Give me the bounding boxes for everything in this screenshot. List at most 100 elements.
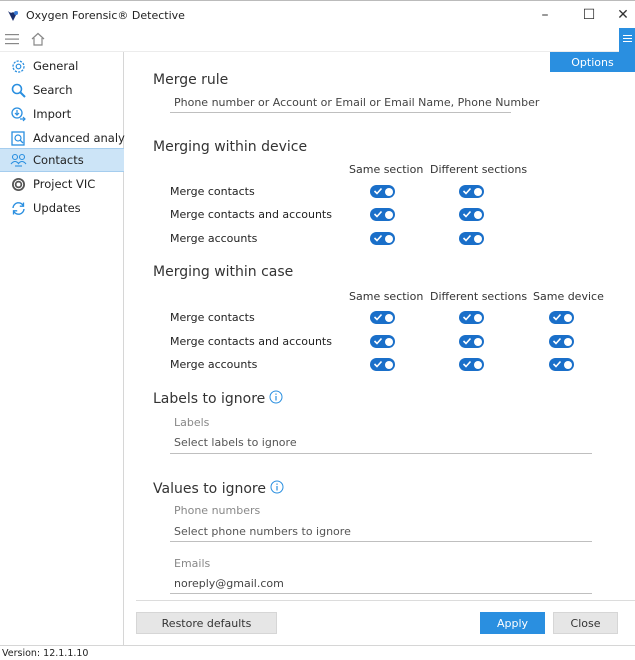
options-menu-button[interactable] (619, 28, 635, 52)
sidebar-item-advanced-analytics[interactable]: Advanced analytics (0, 126, 145, 150)
check-icon (373, 234, 383, 242)
sidebar-item-general[interactable]: General (0, 54, 124, 78)
contacts-icon (10, 153, 27, 167)
labels-ignore-title: Labels to ignore (153, 390, 283, 407)
minimize-button[interactable]: – (530, 5, 560, 25)
check-icon (373, 313, 383, 321)
sidebar-item-label: Project VIC (33, 177, 96, 191)
status-bar: Version: 12.1.1.10 (0, 645, 635, 660)
close-window-button[interactable]: ✕ (608, 5, 635, 25)
device-col-same-section: Same section (349, 163, 424, 176)
case-col-same-device: Same device (533, 290, 604, 303)
toggle-case-contacts-accounts-same-section[interactable] (370, 335, 395, 348)
toggle-device-accounts-different-sections[interactable] (459, 232, 484, 245)
toggle-case-contacts-accounts-same-device[interactable] (549, 335, 574, 348)
merge-rule-select[interactable]: Phone number or Account or Email or Emai… (174, 96, 539, 109)
maximize-button[interactable]: ☐ (574, 5, 604, 25)
device-row-merge-accounts: Merge accounts (170, 232, 258, 245)
device-row-merge-contacts: Merge contacts (170, 185, 255, 198)
bottom-divider (136, 600, 635, 601)
toggle-case-contacts-same-device[interactable] (549, 311, 574, 324)
sidebar: General Search Import Advanced analytics… (0, 52, 145, 645)
check-icon (462, 210, 472, 218)
labels-underline (170, 453, 592, 454)
check-icon (373, 210, 383, 218)
toggle-device-contacts-accounts-same-section[interactable] (370, 208, 395, 221)
toggle-case-contacts-same-section[interactable] (370, 311, 395, 324)
check-icon (373, 187, 383, 195)
phone-numbers-underline (170, 541, 592, 542)
labels-ignore-title-text: Labels to ignore (153, 391, 266, 407)
version-label: Version: 12.1.1.10 (2, 648, 89, 659)
device-row-merge-contacts-accounts: Merge contacts and accounts (170, 208, 332, 221)
sidebar-item-label: Contacts (33, 153, 84, 167)
sidebar-item-search[interactable]: Search (0, 78, 124, 102)
info-icon[interactable] (270, 480, 284, 494)
case-row-merge-contacts: Merge contacts (170, 311, 255, 324)
hamburger-menu-icon[interactable] (4, 32, 20, 46)
labels-field-label: Labels (174, 416, 210, 429)
close-button[interactable]: Close (553, 612, 618, 634)
phone-numbers-select[interactable]: Select phone numbers to ignore (174, 525, 351, 538)
toggle-device-accounts-same-section[interactable] (370, 232, 395, 245)
project-vic-icon (12, 177, 25, 191)
sidebar-item-label: Updates (33, 201, 81, 215)
check-icon (373, 337, 383, 345)
sidebar-item-label: Search (33, 83, 73, 97)
check-icon (373, 360, 383, 368)
gear-icon (12, 59, 25, 73)
toggle-device-contacts-same-section[interactable] (370, 185, 395, 198)
check-icon (462, 234, 472, 242)
toggle-device-contacts-different-sections[interactable] (459, 185, 484, 198)
check-icon (462, 337, 472, 345)
oxygen-logo-icon (8, 11, 18, 21)
toggle-case-accounts-same-section[interactable] (370, 358, 395, 371)
apply-button[interactable]: Apply (480, 612, 545, 634)
refresh-icon (12, 201, 25, 215)
analytics-icon (11, 130, 25, 146)
toggle-case-accounts-same-device[interactable] (549, 358, 574, 371)
case-row-merge-accounts: Merge accounts (170, 358, 258, 371)
values-ignore-title: Values to ignore (153, 480, 284, 497)
labels-select[interactable]: Select labels to ignore (174, 436, 297, 449)
sidebar-item-label: Import (33, 107, 72, 121)
home-icon[interactable] (30, 31, 46, 47)
emails-label: Emails (174, 557, 211, 570)
check-icon (552, 360, 562, 368)
within-device-title: Merging within device (153, 139, 308, 155)
toggle-case-accounts-different-sections[interactable] (459, 358, 484, 371)
within-case-title: Merging within case (153, 264, 294, 280)
check-icon (552, 313, 562, 321)
check-icon (462, 313, 472, 321)
toggle-case-contacts-accounts-different-sections[interactable] (459, 335, 484, 348)
window-title: Oxygen Forensic® Detective (26, 9, 185, 22)
check-icon (462, 360, 472, 368)
case-row-merge-contacts-accounts: Merge contacts and accounts (170, 335, 332, 348)
import-icon (11, 106, 26, 121)
case-col-different-sections: Different sections (430, 290, 528, 303)
settings-panel: Options Merge rule Phone number or Accou… (125, 52, 635, 645)
sidebar-item-import[interactable]: Import (0, 102, 124, 126)
phone-numbers-label: Phone numbers (174, 504, 261, 517)
check-icon (552, 337, 562, 345)
case-col-same-section: Same section (349, 290, 424, 303)
title-bar: Oxygen Forensic® Detective – ☐ ✕ (0, 0, 635, 28)
toolbar (0, 28, 635, 52)
merge-rule-underline (170, 112, 511, 113)
sidebar-item-label: General (33, 59, 79, 73)
sidebar-item-project-vic[interactable]: Project VIC (0, 172, 124, 196)
options-tab[interactable]: Options (550, 52, 635, 72)
emails-underline (170, 593, 592, 594)
sidebar-item-updates[interactable]: Updates (0, 196, 124, 220)
merge-rule-title: Merge rule (153, 72, 229, 88)
restore-defaults-button[interactable]: Restore defaults (136, 612, 277, 634)
search-icon (11, 83, 26, 98)
toggle-device-contacts-accounts-different-sections[interactable] (459, 208, 484, 221)
values-ignore-title-text: Values to ignore (153, 481, 266, 497)
app-window: Oxygen Forensic® Detective – ☐ ✕ General… (0, 0, 635, 660)
toggle-case-contacts-different-sections[interactable] (459, 311, 484, 324)
check-icon (462, 187, 472, 195)
sidebar-item-contacts[interactable]: Contacts (0, 148, 124, 172)
emails-input[interactable]: noreply@gmail.com (174, 577, 284, 590)
info-icon[interactable] (269, 390, 283, 404)
